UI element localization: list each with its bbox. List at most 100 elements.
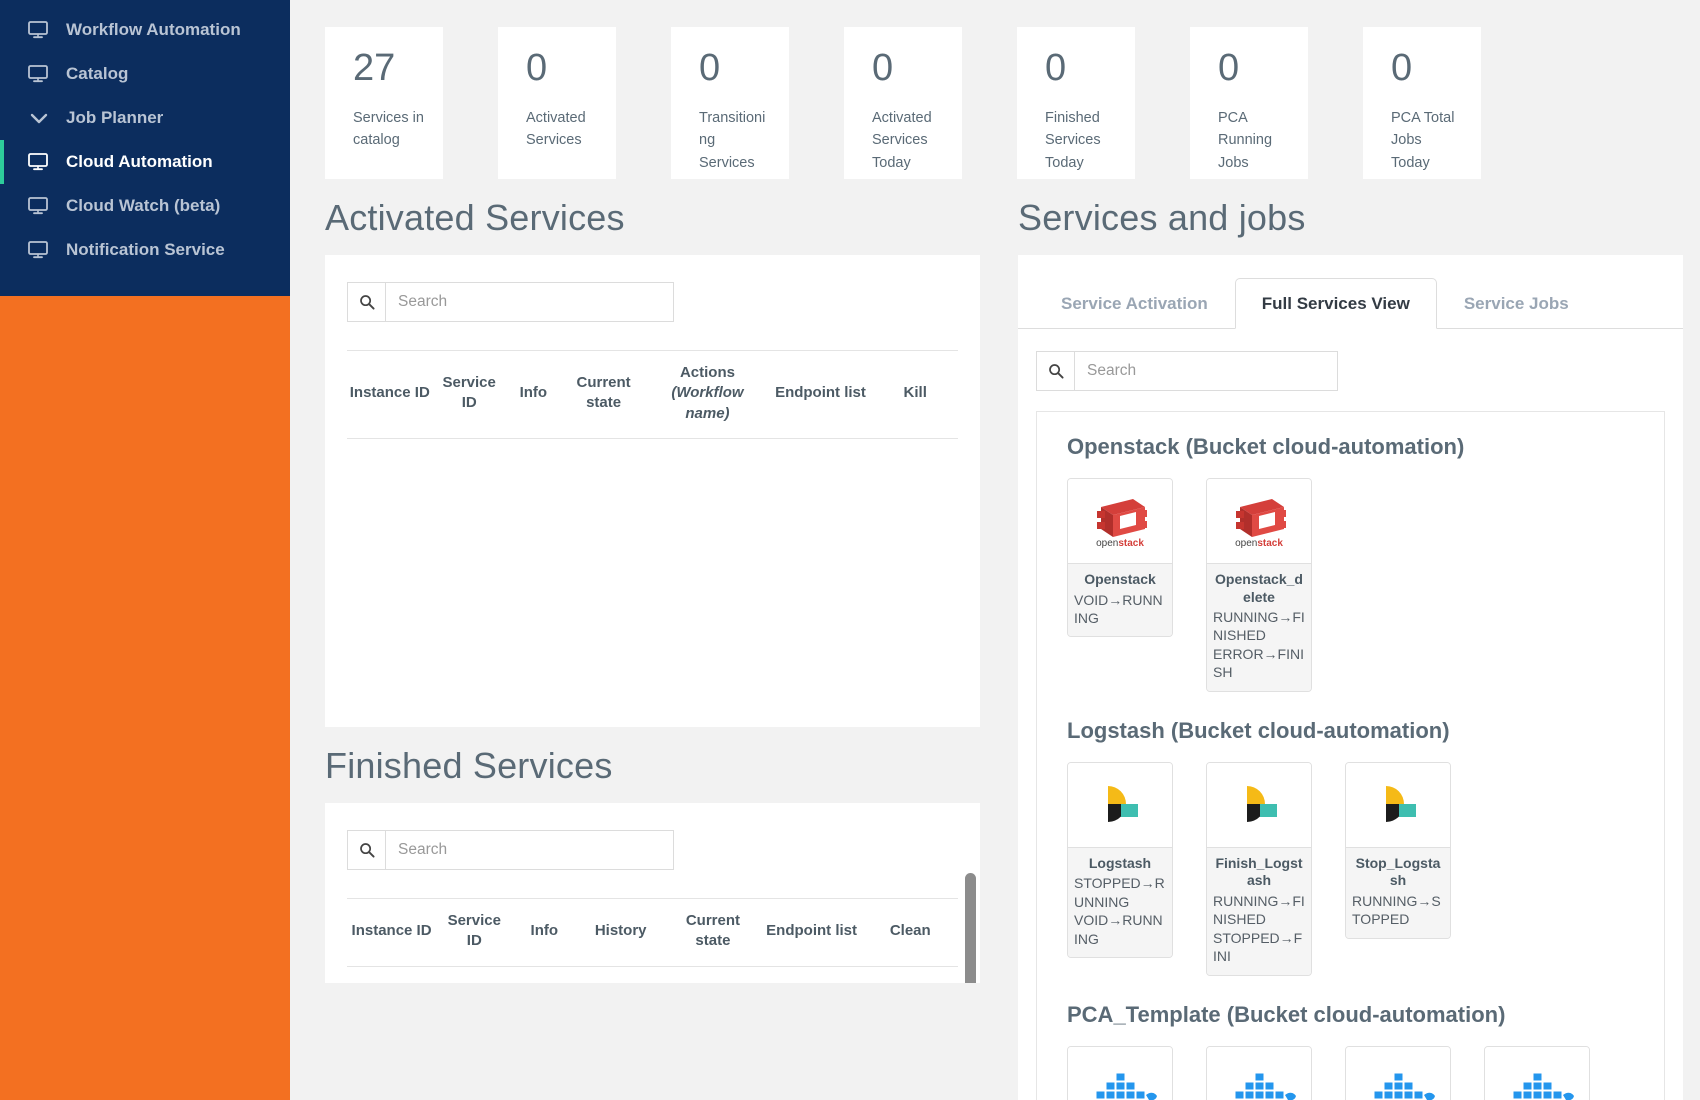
stat-value: 0: [1045, 47, 1067, 89]
tab-bar: Service Activation Full Services View Serv…: [1018, 255, 1683, 329]
service-card[interactable]: openstack Openstack VOID→RUNNING: [1067, 478, 1173, 638]
stat-card: 27 Services in catalog: [325, 27, 443, 179]
right-column: Services and jobs Service Activation Full…: [1018, 179, 1683, 1100]
stat-card: 0 Finished Services Today: [1017, 27, 1135, 179]
search-icon[interactable]: [1037, 352, 1075, 390]
tab-service-activation[interactable]: Service Activation: [1034, 278, 1235, 329]
tab-full-services-view[interactable]: Full Services View: [1234, 278, 1437, 329]
service-card[interactable]: Pause_PCA_Te: [1484, 1045, 1590, 1100]
full-services-search-wrap: [1036, 351, 1665, 411]
col-endpoint-list: Endpoint list: [768, 350, 873, 439]
main-content: 27 Services in catalog 0 Activated Services…: [290, 0, 1700, 1100]
finished-search-wrap: [325, 803, 980, 870]
sidebar-item-notification-service[interactable]: Notification Service: [0, 228, 290, 272]
sidebar-item-workflow-automation[interactable]: Workflow Automation: [0, 8, 290, 52]
service-card-name: Openstack: [1084, 571, 1156, 587]
sidebar-item-job-planner[interactable]: Job Planner: [0, 96, 290, 140]
stats-row: 27 Services in catalog 0 Activated Services…: [290, 0, 1700, 179]
stat-label: Transitioning Services: [699, 110, 766, 171]
finished-search-box[interactable]: [347, 830, 674, 870]
activated-services-table: Instance ID Service ID Info Current stat…: [347, 350, 958, 439]
monitor-icon: [28, 197, 50, 215]
service-card-state: RUNNING→FINISHED: [1213, 892, 1305, 928]
activated-services-panel: Instance ID Service ID Info Current stat…: [325, 255, 980, 727]
services-and-jobs-panel: Service Activation Full Services View Serv…: [1018, 255, 1683, 1100]
stat-value: 0: [699, 47, 721, 89]
service-card-name: Logstash: [1088, 854, 1152, 871]
openstack-logo-icon: openstack: [1207, 479, 1311, 563]
services-and-jobs-title: Services and jobs: [1018, 197, 1306, 238]
col-current-state: Current state: [665, 898, 761, 967]
service-card-body: Openstack VOID→RUNNING: [1068, 563, 1172, 637]
search-icon[interactable]: [348, 283, 386, 321]
stat-label: PCA Total Jobs Today: [1391, 110, 1455, 171]
stat-value: 0: [1391, 47, 1413, 89]
activated-table-wrap: Instance ID Service ID Info Current stat…: [325, 322, 980, 439]
stat-label: Activated Services Today: [872, 110, 932, 171]
col-service-id: Service ID: [432, 350, 506, 439]
full-services-search-input[interactable]: [1075, 352, 1337, 390]
service-card-state: VOID→RUNNING: [1074, 912, 1163, 947]
full-services-search-box[interactable]: [1036, 351, 1338, 391]
left-column: Activated Services Search Instance ID Se…: [325, 179, 980, 1100]
tab-service-jobs[interactable]: Service Jobs: [1437, 278, 1596, 329]
app-root: Workflow Automation Catalog Job Planner Clo…: [0, 0, 1700, 1100]
finished-search-input[interactable]: [386, 831, 673, 869]
stat-value: 27: [353, 47, 396, 89]
bucket-cards: openstack Openstack VOID→RUNNING openstack O…: [1067, 478, 1664, 692]
service-card[interactable]: Stop_Logstash RUNNING→STOPPED: [1345, 761, 1451, 939]
service-card-state: VOID→RUNNING: [1074, 591, 1163, 626]
stat-card: 0 Transitioning Services: [671, 27, 789, 179]
stat-value: 0: [1218, 47, 1240, 89]
col-clean: Clean: [862, 898, 958, 967]
col-endpoint-list: Endpoint list: [760, 898, 863, 967]
service-card[interactable]: Finish_Logstash RUNNING→FINISHED STOPPED→F…: [1206, 761, 1312, 976]
service-bucket: Logstash (Bucket cloud-automation) Logsta…: [1067, 718, 1664, 976]
chevron-down-icon: [28, 109, 50, 127]
col-actions: Actions (Workflow name): [646, 350, 769, 439]
service-bucket: Openstack (Bucket cloud-automation) opens…: [1067, 434, 1664, 692]
sidebar-item-cloud-watch-beta[interactable]: Cloud Watch (beta): [0, 184, 290, 228]
stat-label: Activated Services: [526, 110, 586, 149]
logstash-logo-icon: [1207, 762, 1311, 847]
service-card[interactable]: Logstash STOPPED→RUNNING VOID→RUNNING: [1067, 761, 1173, 959]
docker-logo-icon: [1068, 1046, 1172, 1100]
bucket-cards: PCA_Templat Finish_PCA_Te Resume_PCA Pause_…: [1067, 1045, 1664, 1100]
service-card[interactable]: Resume_PCA: [1345, 1045, 1451, 1100]
sidebar-item-label: Catalog: [66, 64, 129, 83]
vertical-scrollbar[interactable]: [965, 873, 976, 983]
service-card-name: Finish_Logstash: [1215, 854, 1303, 889]
service-card[interactable]: openstack Openstack_delete RUNNING→FINISHE…: [1206, 478, 1312, 692]
stat-value: 0: [872, 47, 894, 89]
service-card-state: STOPPED→FINI: [1213, 929, 1303, 965]
activated-search-input[interactable]: [386, 283, 673, 321]
services-bucket-list: Openstack (Bucket cloud-automation) opens…: [1036, 411, 1665, 1100]
sidebar-item-cloud-automation[interactable]: Cloud Automation: [0, 140, 290, 184]
service-card-body: Logstash STOPPED→RUNNING VOID→RUNNING: [1068, 846, 1172, 958]
monitor-icon: [28, 21, 50, 39]
sidebar-nav: Workflow Automation Catalog Job Planner Clo…: [0, 0, 290, 296]
finished-services-table: Instance ID Service ID Info History Curr…: [347, 898, 958, 967]
col-instance-id: Instance ID: [347, 898, 437, 967]
col-kill: Kill: [872, 350, 958, 439]
stat-label: Finished Services Today: [1045, 110, 1101, 171]
service-bucket: PCA_Template (Bucket cloud-automation) PC…: [1067, 1002, 1664, 1100]
sidebar: Workflow Automation Catalog Job Planner Clo…: [0, 0, 290, 1100]
activated-search-box[interactable]: [347, 282, 674, 322]
service-card[interactable]: PCA_Templat: [1067, 1045, 1173, 1100]
stat-card: 0 Activated Services Today: [844, 27, 962, 179]
col-info: Info: [505, 350, 561, 439]
sidebar-item-catalog[interactable]: Catalog: [0, 52, 290, 96]
service-card[interactable]: Finish_PCA_Te: [1206, 1045, 1312, 1100]
monitor-icon: [28, 241, 50, 259]
stat-value: 0: [526, 47, 548, 89]
docker-logo-icon: [1485, 1046, 1589, 1100]
openstack-logo-icon: openstack: [1068, 479, 1172, 563]
bucket-title: PCA_Template (Bucket cloud-automation): [1067, 1001, 1506, 1027]
col-info: Info: [512, 898, 577, 967]
monitor-icon: [28, 65, 50, 83]
docker-logo-icon: [1346, 1046, 1450, 1100]
search-icon[interactable]: [348, 831, 386, 869]
table-header-row: Instance ID Service ID Info Current stat…: [347, 350, 958, 439]
stat-card: 0 PCA Total Jobs Today: [1363, 27, 1481, 179]
